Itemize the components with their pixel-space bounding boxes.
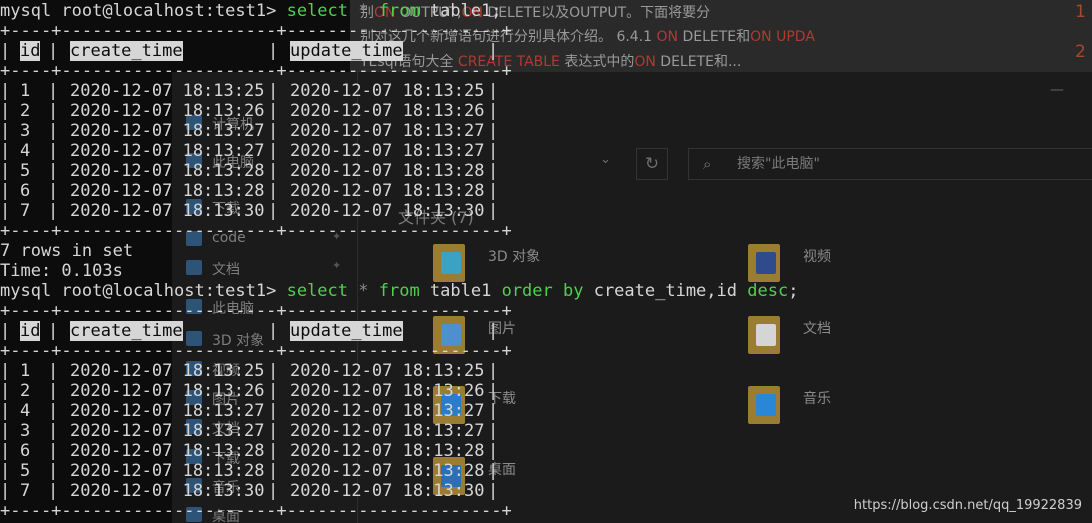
folder-icon[interactable] [433,457,465,495]
folder-icon [186,299,202,314]
nav-item-label: 计算机 [212,117,254,133]
folder-label[interactable]: 视频 [803,246,831,266]
folder-icon[interactable] [433,386,465,424]
minimize-button[interactable]: — [1050,82,1064,98]
folder-icon [186,361,202,376]
nav-item[interactable]: 计算机 [186,114,254,134]
folder-icon [186,449,202,464]
nav-item[interactable]: 此电脑 [186,298,254,318]
article-keyword: ON [374,5,396,21]
folder-icon [186,199,202,214]
article-keyword: ON [634,54,656,70]
nav-item-label: 文档 [212,421,240,437]
chevron-down-icon[interactable]: ⌄ [600,152,611,167]
nav-item[interactable]: 图片 [186,389,240,409]
nav-item[interactable]: code ✦ [186,230,341,246]
folder-icon [186,115,202,130]
nav-item-label: 下载 [212,201,240,217]
article-rank-1: 1 [1075,2,1086,22]
article-keyword: ON UPDA [750,29,815,45]
folder-icon[interactable] [433,316,465,354]
folder-label[interactable]: 图片 [488,318,516,338]
article-text: 别 [360,5,374,21]
nav-item-label: 文档 [212,262,240,278]
nav-item[interactable]: 视频 [186,360,240,380]
article-line-2: 别对这几个新增语句进行分别具体介绍。 6.4.1 ON DELETE和ON UP… [360,26,815,46]
nav-item-label: 音乐 [212,480,240,496]
folder-badge [441,465,461,487]
folder-badge [756,394,776,416]
article-text: 别对这几个新增语句进行分别具体介绍。 6.4.1 [360,29,657,45]
folder-label[interactable]: 文档 [803,318,831,338]
folder-badge [756,324,776,346]
folder-icon [186,260,202,275]
folder-label[interactable]: 3D 对象 [488,246,540,266]
folder-icon [186,153,202,168]
refresh-icon: ↻ [644,154,660,174]
nav-item-label: 此电脑 [212,301,254,317]
search-icon: ⌕ [703,155,712,173]
folder-label[interactable]: 桌面 [488,459,516,479]
article-keyword: ON [656,29,679,45]
folder-icon [186,331,202,346]
nav-item[interactable]: 3D 对象 [186,330,265,350]
folder-icon [186,231,202,246]
article-rank-2: 2 [1075,42,1086,62]
nav-item-label: 3D 对象 [212,333,265,349]
nav-item[interactable]: 下载 [186,198,240,218]
nav-item[interactable]: 桌面 [186,506,240,523]
folder-badge [441,324,461,346]
folder-icon[interactable] [748,386,780,424]
article-text: OUTPUT, [395,5,462,21]
folder-icon [186,390,202,405]
nav-item-label: 桌面 [212,509,240,523]
search-placeholder: 搜索"此电脑" [737,156,820,172]
nav-item-label: 图片 [212,392,240,408]
explorer-nav-pane: 计算机 此电脑 下载 code ✦ 文档 ✦ 此电脑 3D 对象 视频 图片 文档 下载 音乐 桌面 [172,72,358,523]
folder-icon[interactable] [748,244,780,282]
folder-icon [186,419,202,434]
nav-item[interactable]: 下载 [186,448,240,468]
nav-item-label: 视频 [212,363,240,379]
refresh-button[interactable]: ↻ [636,148,668,180]
pin-icon[interactable]: ✦ [332,259,341,272]
article-text: DELETE和 [678,29,751,45]
article-text: DELETE和... [655,54,742,70]
folder-icon [186,478,202,493]
nav-item[interactable]: 音乐 [186,477,240,497]
folder-badge [756,252,776,274]
article-keyword: CREATE TABLE [457,54,560,70]
nav-item-label: code [212,230,246,246]
article-line-1: 别ON OUTPUT,ON DELETE以及OUTPUT。下面将要分 [360,2,710,22]
folder-badge [441,252,461,274]
folder-label[interactable]: 音乐 [803,388,831,408]
nav-item-label: 下载 [212,451,240,467]
article-text: DELETE以及OUTPUT。下面将要分 [482,5,711,21]
folder-icon[interactable] [433,244,465,282]
nav-item-label: 此电脑 [212,155,254,171]
watermark: https://blog.csdn.net/qq_19922839 [853,498,1082,513]
search-input[interactable]: ⌕ 搜索"此电脑" [688,148,1092,180]
nav-item[interactable]: 文档 ✦ [186,259,341,279]
article-keyword: ON [461,5,483,21]
web-article-snippet: 别ON OUTPUT,ON DELETE以及OUTPUT。下面将要分 别对这几个… [350,0,1092,72]
folder-badge [441,394,461,416]
article-line-3: TEsql语句大全 CREATE TABLE 表达式中的ON DELETE和..… [360,51,741,71]
folders-group-header[interactable]: 文件夹 (7) [398,204,474,228]
folder-label[interactable]: 下载 [488,388,516,408]
nav-item[interactable]: 文档 [186,418,240,438]
article-text: 表达式中的 [559,54,635,70]
nav-item[interactable]: 此电脑 [186,152,254,172]
pin-icon[interactable]: ✦ [332,230,341,243]
folder-icon [186,507,202,522]
article-text: TEsql语句大全 [360,54,458,70]
folder-icon[interactable] [748,316,780,354]
background-windows: 别ON OUTPUT,ON DELETE以及OUTPUT。下面将要分 别对这几个… [0,0,1092,523]
explorer-main-pane: — ⌄ ↻ ⌕ 搜索"此电脑" 文件夹 (7) 3D 对象 视频图片 文档下载 音乐桌… [358,72,1092,523]
